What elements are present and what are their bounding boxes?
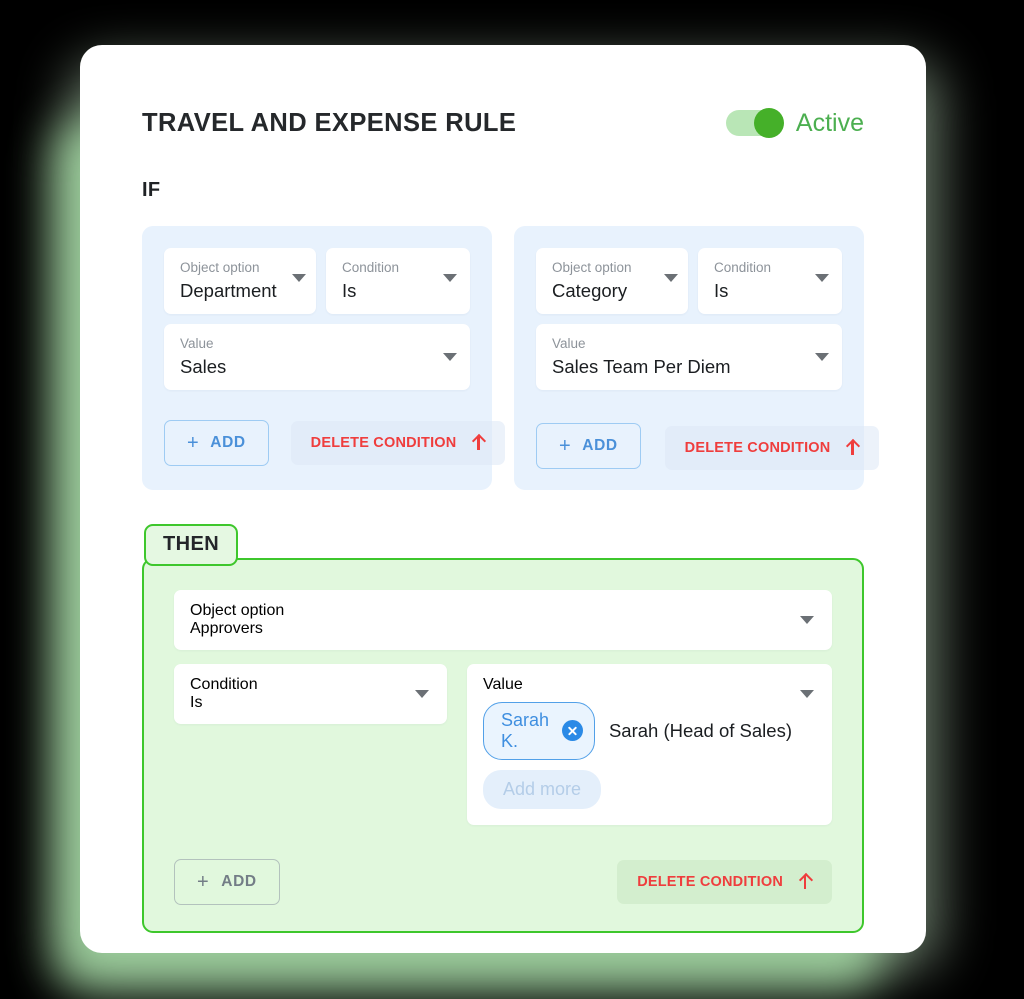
- active-toggle-label: Active: [795, 108, 864, 137]
- value-label-1: Value: [180, 335, 214, 351]
- then-value-label: Value: [483, 675, 523, 693]
- then-delete-condition-button[interactable]: DELETE CONDITION: [617, 859, 832, 904]
- value-value-2: Sales Team Per Diem: [552, 355, 731, 377]
- object-option-value-1: Department: [180, 279, 277, 301]
- then-badge: THEN: [144, 523, 239, 566]
- active-toggle[interactable]: [725, 108, 784, 138]
- add-button-1[interactable]: + ADD: [164, 419, 269, 466]
- close-circle-icon[interactable]: [561, 720, 583, 742]
- then-actions: + ADD DELETE CONDITION: [174, 858, 832, 905]
- then-value-field[interactable]: Value Sarah K. Sarah (Head of Sales) Add…: [467, 663, 832, 825]
- then-condition-value: Is: [190, 693, 203, 711]
- object-option-field-2[interactable]: Object option Category: [536, 248, 688, 314]
- condition-1-field-row: Object option Department Condition Is: [164, 248, 470, 314]
- value-field-1[interactable]: Value Sales: [164, 323, 470, 390]
- approver-chip-label: Sarah K.: [501, 709, 550, 751]
- delete-condition-label-1: DELETE CONDITION: [310, 434, 457, 451]
- then-chip-line: Sarah K. Sarah (Head of Sales): [483, 701, 792, 760]
- add-button-label-1: ADD: [210, 433, 246, 451]
- card-header: TRAVEL AND EXPENSE RULE Active: [142, 103, 864, 143]
- chevron-down-icon[interactable]: [443, 274, 457, 282]
- condition-field-1[interactable]: Condition Is: [326, 248, 470, 314]
- chevron-down-icon[interactable]: [292, 274, 306, 282]
- then-object-option-label: Object option: [190, 601, 285, 619]
- then-section: THEN Object option Approvers Condition I…: [142, 523, 864, 933]
- add-more-button[interactable]: Add more: [483, 769, 602, 809]
- then-object-option-value: Approvers: [190, 619, 263, 637]
- value-value-1: Sales: [180, 355, 227, 377]
- condition-card-1: Object option Department Condition Is Va…: [142, 226, 506, 490]
- condition-label-2: Condition: [714, 260, 772, 275]
- then-field-row: Condition Is Value Sarah K. Sarah (Head …: [174, 663, 832, 825]
- add-button-2[interactable]: + ADD: [536, 422, 641, 469]
- toggle-knob: [753, 108, 784, 138]
- then-delete-condition-label: DELETE CONDITION: [637, 873, 783, 890]
- then-add-button[interactable]: + ADD: [174, 858, 280, 905]
- plus-icon: +: [559, 434, 572, 457]
- rule-card: TRAVEL AND EXPENSE RULE Active IF Object…: [80, 45, 926, 953]
- then-object-option-field[interactable]: Object option Approvers: [174, 589, 832, 650]
- page-title: TRAVEL AND EXPENSE RULE: [142, 108, 517, 137]
- object-option-field-1[interactable]: Object option Department: [164, 248, 316, 314]
- value-field-2[interactable]: Value Sales Team Per Diem: [536, 323, 842, 390]
- condition-1-actions: + ADD DELETE CONDITION: [164, 419, 506, 466]
- condition-2-actions: + ADD DELETE CONDITION: [536, 422, 880, 470]
- chevron-down-icon[interactable]: [815, 352, 829, 361]
- delete-condition-button-2[interactable]: DELETE CONDITION: [664, 425, 880, 470]
- approver-chip[interactable]: Sarah K.: [483, 701, 595, 760]
- value-label-2: Value: [552, 335, 586, 351]
- arrow-up-icon: [472, 435, 485, 451]
- delete-condition-button-1[interactable]: DELETE CONDITION: [290, 420, 506, 465]
- if-label: IF: [142, 179, 161, 201]
- condition-label-1: Condition: [342, 260, 400, 275]
- if-conditions-row: Object option Department Condition Is Va…: [142, 226, 880, 490]
- plus-icon: +: [187, 431, 200, 454]
- add-button-label-2: ADD: [582, 436, 618, 454]
- delete-condition-label-2: DELETE CONDITION: [684, 439, 831, 456]
- chevron-down-icon[interactable]: [800, 615, 814, 624]
- then-condition-field[interactable]: Condition Is: [174, 663, 447, 724]
- condition-card-2: Object option Category Condition Is Valu…: [514, 226, 880, 490]
- object-option-label-1: Object option: [180, 260, 260, 275]
- chevron-down-icon[interactable]: [800, 689, 814, 698]
- chevron-down-icon[interactable]: [443, 352, 457, 361]
- condition-field-2[interactable]: Condition Is: [698, 248, 842, 314]
- app-stage: TRAVEL AND EXPENSE RULE Active IF Object…: [0, 0, 1024, 999]
- chevron-down-icon[interactable]: [664, 274, 678, 282]
- condition-value-1: Is: [342, 279, 357, 301]
- arrow-up-icon: [799, 874, 812, 890]
- chevron-down-icon[interactable]: [415, 689, 429, 698]
- then-add-button-label: ADD: [221, 872, 257, 890]
- condition-2-field-row: Object option Category Condition Is: [536, 248, 842, 314]
- then-panel: Object option Approvers Condition Is Val…: [142, 557, 864, 933]
- then-condition-label: Condition: [190, 675, 258, 693]
- chevron-down-icon[interactable]: [815, 274, 829, 282]
- approver-description: Sarah (Head of Sales): [608, 719, 792, 741]
- object-option-value-2: Category: [552, 279, 628, 301]
- condition-value-2: Is: [714, 279, 729, 301]
- arrow-up-icon: [846, 440, 859, 456]
- object-option-label-2: Object option: [552, 260, 632, 275]
- plus-icon: +: [197, 870, 210, 893]
- active-toggle-group[interactable]: Active: [725, 108, 864, 138]
